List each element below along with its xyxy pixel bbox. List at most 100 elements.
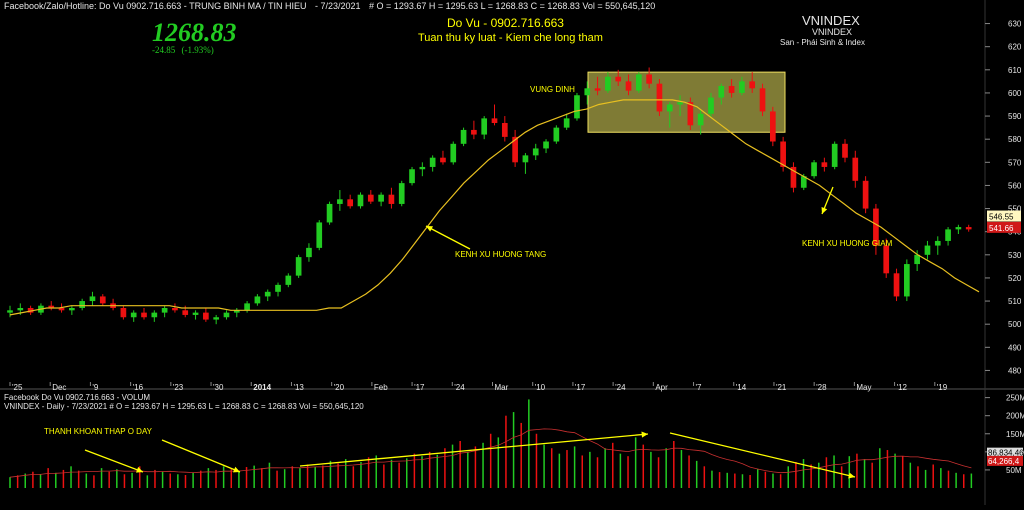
candle-body bbox=[934, 240, 941, 246]
candle-body bbox=[945, 229, 951, 241]
date-tick-label: '12 bbox=[897, 383, 908, 392]
candle-body bbox=[574, 95, 580, 119]
candle-body bbox=[553, 127, 560, 142]
volume-title-2: VNINDEX - Daily - 7/23/2021 # O = 1293.6… bbox=[4, 402, 364, 411]
candle-body bbox=[728, 86, 735, 93]
price-tick-label: 490 bbox=[1008, 343, 1022, 352]
arrow-vol-3-shaft bbox=[299, 433, 649, 467]
candle-body bbox=[965, 227, 972, 230]
date-tick-label: '28 bbox=[816, 383, 827, 392]
price-tick-label: 570 bbox=[1008, 158, 1022, 167]
volume-tick-label: 250M bbox=[1006, 394, 1024, 403]
candle-body bbox=[213, 317, 220, 320]
candle-body bbox=[605, 76, 611, 91]
candle-body bbox=[862, 180, 869, 209]
date-tick-label: Apr bbox=[655, 383, 668, 392]
date-tick-label: '30 bbox=[213, 383, 224, 392]
annot-thanh-khoan: THANH KHOAN THAP O DAY bbox=[44, 427, 153, 436]
date-tick-label: 2014 bbox=[253, 383, 271, 392]
candle-body bbox=[450, 143, 457, 163]
chart-stage: 6306206106005905805705605505405305205105… bbox=[0, 0, 1024, 505]
price-change-pct: (-1.93%) bbox=[181, 45, 214, 55]
candle-body bbox=[666, 104, 673, 112]
date-tick-label: '19 bbox=[937, 383, 948, 392]
ma-line bbox=[9, 99, 980, 316]
candle-body bbox=[316, 222, 323, 248]
candle-body bbox=[563, 118, 570, 128]
candle-body bbox=[17, 308, 24, 311]
ma-price-label: 546.55 bbox=[989, 213, 1014, 222]
candle-body bbox=[532, 148, 539, 156]
volume-tick-label: 200M bbox=[1006, 412, 1024, 421]
candle-body bbox=[7, 310, 13, 313]
candle-body bbox=[708, 97, 714, 114]
date-tick-label: '24 bbox=[454, 383, 465, 392]
candle-body bbox=[398, 183, 405, 204]
price-tick-label: 590 bbox=[1008, 112, 1022, 121]
date-tick-label: Dec bbox=[52, 383, 66, 392]
header-ohlc: # O = 1293.67 H = 1295.63 L = 1268.83 C … bbox=[369, 1, 656, 11]
candle-body bbox=[831, 143, 838, 167]
candle-body bbox=[120, 308, 127, 318]
date-tick-label: '23 bbox=[173, 383, 184, 392]
candle-body bbox=[697, 113, 704, 126]
candle-body bbox=[409, 169, 415, 184]
price-tick-label: 580 bbox=[1008, 135, 1022, 144]
candle-body bbox=[718, 86, 725, 98]
candle-body bbox=[326, 203, 333, 223]
candle-body bbox=[141, 312, 147, 318]
candle-body bbox=[543, 141, 549, 149]
header-title: Facebook/Zalo/Hotline: Do Vu 0902.716.66… bbox=[4, 2, 655, 11]
candle-body bbox=[481, 118, 488, 135]
date-tick-label: '17 bbox=[575, 383, 586, 392]
annot-kenh-giam: KENH XU HUONG GIAM bbox=[802, 239, 893, 248]
price-tick-label: 510 bbox=[1008, 297, 1022, 306]
close-price-label: 541.66 bbox=[989, 224, 1014, 233]
date-tick-label: '21 bbox=[776, 383, 787, 392]
candle-body bbox=[388, 194, 395, 204]
date-tick-label: Feb bbox=[374, 383, 388, 392]
date-tick-label: May bbox=[856, 383, 871, 392]
candle-body bbox=[254, 296, 261, 304]
price-tick-label: 620 bbox=[1008, 43, 1022, 52]
candle-body bbox=[69, 308, 75, 311]
candle-body bbox=[295, 257, 302, 276]
candle-body bbox=[203, 312, 209, 320]
candle-body bbox=[491, 118, 498, 123]
candle-body bbox=[419, 166, 426, 170]
date-tick-label: '24 bbox=[615, 383, 626, 392]
candle-body bbox=[244, 303, 250, 311]
candle-body bbox=[347, 199, 354, 207]
candle-body bbox=[615, 76, 622, 82]
header-title-line: Facebook/Zalo/Hotline: Do Vu 0902.716.66… bbox=[4, 1, 307, 11]
volume-last-label: 64,266,4 bbox=[988, 457, 1020, 466]
volume-title-1: Facebook Do Vu 0902.716.663 - VOLUM bbox=[4, 393, 151, 402]
date-tick-label: '10 bbox=[535, 383, 546, 392]
date-tick-label: '9 bbox=[92, 383, 99, 392]
candle-body bbox=[89, 296, 96, 302]
annot-vung-dinh: VUNG DINH bbox=[530, 85, 575, 94]
candle-body bbox=[182, 310, 189, 315]
candle-body bbox=[99, 296, 106, 304]
price-tick-label: 530 bbox=[1008, 251, 1022, 260]
candle-body bbox=[522, 155, 529, 163]
arrow-vol-1-shaft bbox=[84, 449, 144, 473]
candle-body bbox=[749, 81, 756, 89]
price-tick-label: 630 bbox=[1008, 20, 1022, 29]
price-change: -24.85 (-1.93%) bbox=[152, 46, 214, 55]
candle-body bbox=[924, 245, 931, 255]
candle-body bbox=[625, 81, 632, 91]
date-tick-label: '14 bbox=[736, 383, 747, 392]
candle-body bbox=[821, 162, 828, 167]
last-price: 1268.83 bbox=[152, 18, 237, 47]
volume-tick-label: 50M bbox=[1006, 466, 1022, 475]
candle-body bbox=[192, 312, 199, 315]
candle-body bbox=[357, 194, 364, 207]
annot-kenh-tang: KENH XU HUONG TANG bbox=[455, 250, 547, 259]
candle-body bbox=[904, 264, 910, 297]
price-tick-label: 500 bbox=[1008, 320, 1022, 329]
candle-body bbox=[223, 312, 230, 318]
price-change-value: -24.85 bbox=[152, 45, 176, 55]
price-tick-label: 600 bbox=[1008, 89, 1022, 98]
date-tick-label: '7 bbox=[696, 383, 703, 392]
